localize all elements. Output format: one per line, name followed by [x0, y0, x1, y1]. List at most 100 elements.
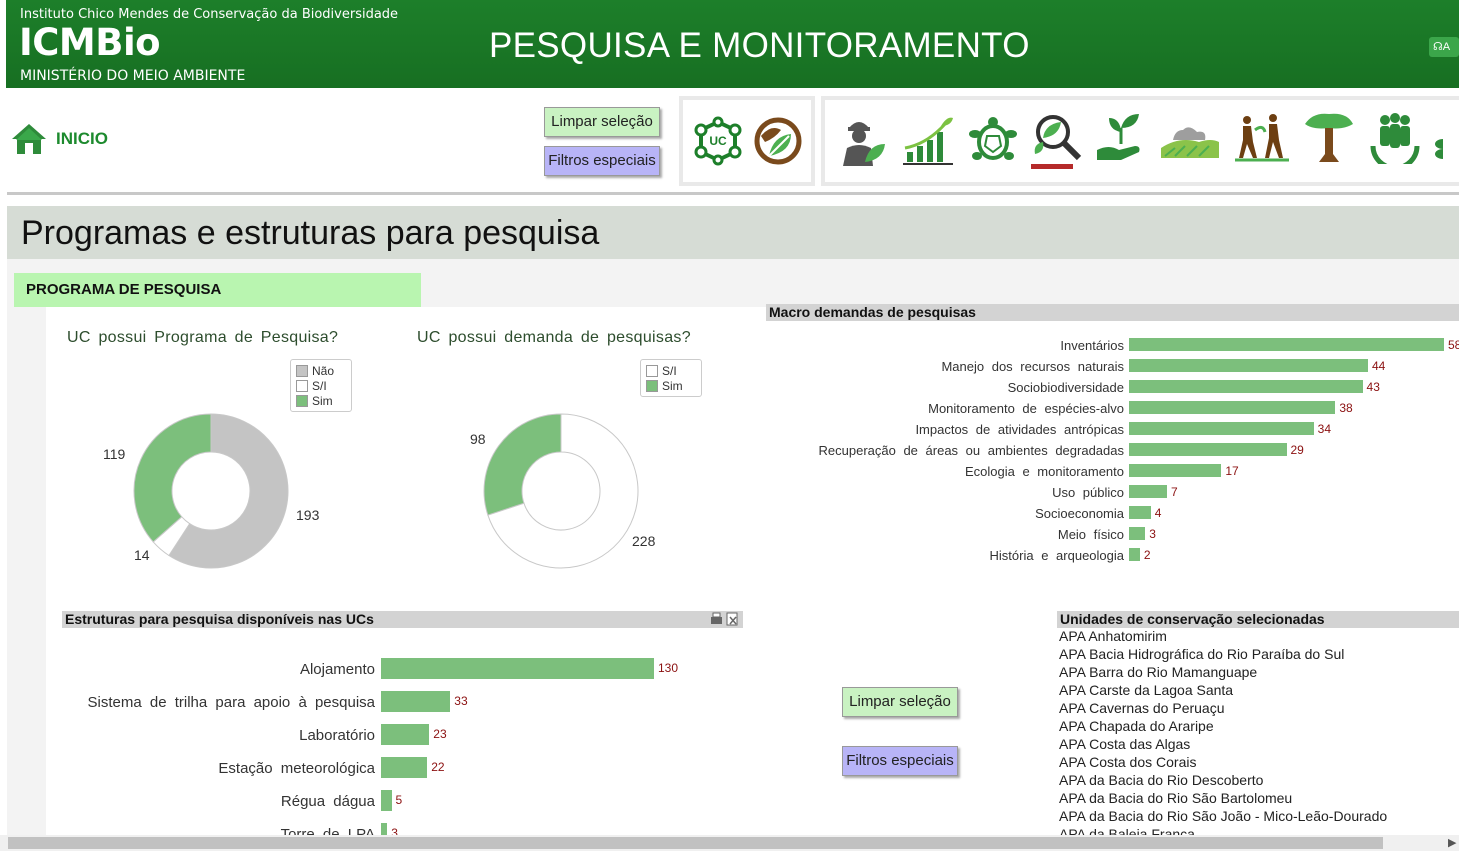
- bar-value: 7: [1171, 485, 1178, 499]
- home-label: INICIO: [56, 129, 108, 148]
- bar-label[interactable]: Alojamento: [300, 661, 375, 678]
- community-icon[interactable]: [1367, 110, 1423, 164]
- pie2-chart[interactable]: [482, 412, 640, 570]
- bar-label[interactable]: Monitoramento de espécies-alvo: [928, 401, 1124, 416]
- excel-export-icon[interactable]: [726, 612, 738, 626]
- unit-list-item[interactable]: APA Costa dos Corais: [1059, 753, 1387, 771]
- bar[interactable]: [381, 691, 451, 712]
- print-icon[interactable]: [711, 612, 722, 624]
- bar-value: 5: [395, 793, 403, 807]
- bar-value: 38: [1339, 401, 1353, 415]
- bar[interactable]: [1129, 443, 1287, 456]
- growth-chart-icon[interactable]: [901, 114, 955, 168]
- legend-label: S/I: [662, 363, 677, 378]
- bar-label[interactable]: Meio físico: [1058, 527, 1124, 542]
- bar-label[interactable]: História e arqueologia: [990, 548, 1124, 563]
- home-link[interactable]: INICIO: [10, 122, 108, 156]
- clear-selection-button[interactable]: Limpar seleção: [544, 107, 660, 137]
- bar-label[interactable]: Recuperação de áreas ou ambientes degrad…: [819, 443, 1124, 458]
- bar-label[interactable]: Sociobiodiversidade: [1008, 380, 1124, 395]
- unit-list-item[interactable]: APA da Baleia Franca: [1059, 825, 1387, 835]
- program-tab[interactable]: PROGRAMA DE PESQUISA: [14, 273, 421, 307]
- page-title: PESQUISA E MONITORAMENTO: [489, 26, 1030, 65]
- bar[interactable]: [1129, 506, 1151, 519]
- unit-list-item[interactable]: APA da Bacia do Rio São João - Mico-Leão…: [1059, 807, 1387, 825]
- bar[interactable]: [1129, 380, 1363, 393]
- bar-label[interactable]: Socioeconomia: [1035, 506, 1124, 521]
- bar[interactable]: [381, 757, 428, 778]
- institute-name: Instituto Chico Mendes de Conservação da…: [20, 7, 399, 22]
- app-header: Instituto Chico Mendes de Conservação da…: [6, 0, 1459, 88]
- bar-value: 23: [433, 727, 447, 741]
- units-list[interactable]: APA Anhatomirim APA Bacia Hidrográfica do…: [1059, 627, 1387, 835]
- unit-list-item[interactable]: APA Barra do Rio Mamanguape: [1059, 663, 1387, 681]
- svg-text:UC: UC: [709, 134, 727, 148]
- magnifier-leaf-icon: [1034, 115, 1082, 161]
- turtle-icon[interactable]: [967, 114, 1019, 168]
- pie2-label: 98: [470, 431, 486, 447]
- unit-list-item[interactable]: APA da Bacia do Rio São Bartolomeu: [1059, 789, 1387, 807]
- scroll-right-icon[interactable]: ▶: [1448, 836, 1456, 849]
- bar-value: 4: [1154, 506, 1162, 520]
- pie1-label: 14: [134, 547, 150, 563]
- researcher-icon[interactable]: [839, 114, 887, 168]
- bar[interactable]: [1129, 464, 1222, 477]
- bar[interactable]: [381, 724, 430, 745]
- bar-value: 43: [1366, 380, 1380, 394]
- pie1-legend[interactable]: Não S/I Sim: [290, 359, 352, 412]
- scrollbar-thumb[interactable]: [8, 837, 1383, 849]
- pie2-legend[interactable]: S/I Sim: [640, 359, 702, 397]
- bar[interactable]: [1129, 338, 1444, 351]
- bar-value: 29: [1290, 443, 1304, 457]
- bar-label[interactable]: Manejo dos recursos naturais: [941, 359, 1124, 374]
- bar[interactable]: [381, 790, 392, 811]
- stack-icon[interactable]: [1433, 110, 1443, 164]
- bar-label[interactable]: Ecologia e monitoramento: [965, 464, 1124, 479]
- structures-export-icons: [711, 612, 738, 626]
- bar[interactable]: [1129, 485, 1168, 498]
- unit-list-item[interactable]: APA Costa das Algas: [1059, 735, 1387, 753]
- field-landscape-icon[interactable]: [1159, 110, 1221, 164]
- theme-icon-panel: [821, 96, 1459, 186]
- tree-icon[interactable]: [1303, 110, 1355, 164]
- headphones-icon: ☊: [1433, 41, 1443, 53]
- bar-label[interactable]: Estação meteorológica: [218, 760, 375, 777]
- bar-label[interactable]: Laboratório: [299, 727, 375, 744]
- bar[interactable]: [381, 658, 654, 679]
- unit-list-item[interactable]: APA Chapada do Araripe: [1059, 717, 1387, 735]
- unit-list-item[interactable]: APA Cavernas do Peruaçu: [1059, 699, 1387, 717]
- bar[interactable]: [1129, 548, 1140, 561]
- bar[interactable]: [1129, 422, 1314, 435]
- unit-list-item[interactable]: APA Carste da Lagoa Santa: [1059, 681, 1387, 699]
- hand-plant-icon[interactable]: [1095, 110, 1147, 164]
- bar-label[interactable]: Inventários: [1060, 338, 1124, 353]
- bar-label[interactable]: Uso público: [1052, 485, 1124, 500]
- pie2-label: 228: [632, 533, 656, 549]
- pie-slice[interactable]: [483, 413, 562, 516]
- audio-button[interactable]: ☊A: [1429, 37, 1459, 57]
- unit-list-item[interactable]: APA Bacia Hidrográfica do Rio Paraíba do…: [1059, 645, 1387, 663]
- bar-label[interactable]: Régua dágua: [281, 793, 375, 810]
- active-tab-indicator: [1031, 164, 1073, 169]
- bar-label[interactable]: Impactos de atividades antrópicas: [915, 422, 1124, 437]
- pie-slice[interactable]: [133, 413, 212, 543]
- special-filters-button-2[interactable]: Filtros especiais: [842, 746, 958, 776]
- bar-value: 33: [454, 694, 468, 708]
- bar-label[interactable]: Sistema de trilha para apoio à pesquisa: [88, 694, 376, 711]
- brand-logo: ICMBio: [19, 21, 161, 64]
- unit-list-item[interactable]: APA Anhatomirim: [1059, 627, 1387, 645]
- globe-leaf-icon[interactable]: [751, 116, 805, 166]
- hikers-icon[interactable]: [1233, 110, 1291, 164]
- bar[interactable]: [1129, 527, 1146, 540]
- bar[interactable]: [1129, 401, 1336, 414]
- structures-title: Estruturas para pesquisa disponíveis nas…: [62, 611, 743, 628]
- unit-list-item[interactable]: APA da Bacia do Rio Descoberto: [1059, 771, 1387, 789]
- special-filters-button[interactable]: Filtros especiais: [544, 146, 660, 176]
- tab-research-selected[interactable]: [1031, 110, 1083, 172]
- uc-network-icon[interactable]: UC: [691, 116, 745, 166]
- pie1-chart[interactable]: [132, 412, 290, 570]
- bar[interactable]: [1129, 359, 1368, 372]
- clear-selection-button-2[interactable]: Limpar seleção: [842, 687, 958, 717]
- home-icon: [12, 124, 46, 154]
- bar-value: 22: [431, 760, 445, 774]
